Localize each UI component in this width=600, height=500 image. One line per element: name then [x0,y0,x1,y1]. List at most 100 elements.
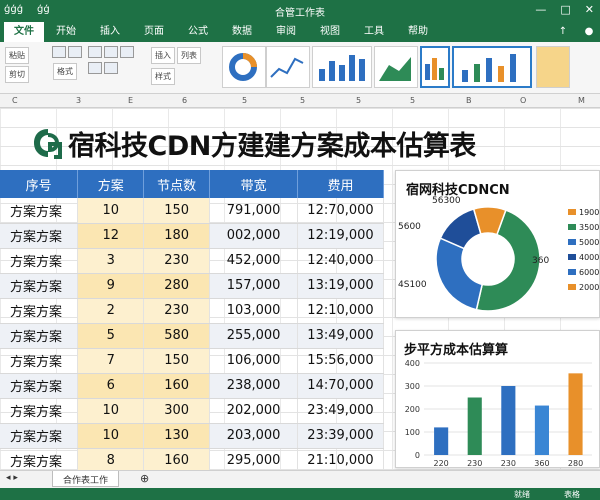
table-cell[interactable]: 13:19,000 [297,273,384,299]
font-icon[interactable] [52,46,66,58]
table-cell[interactable]: 15:56,000 [297,348,384,374]
table-cell[interactable]: 方案方案 [0,398,79,424]
table-cell[interactable]: 方案方案 [0,423,79,449]
merge-icon[interactable] [120,46,134,58]
table-header[interactable]: 方案 [77,170,145,198]
tab-file[interactable]: 文件 [4,22,44,42]
table-cell[interactable]: 2 [77,298,145,324]
col-header[interactable]: B [466,96,472,105]
align-icon[interactable] [88,46,102,58]
table-cell[interactable]: 方案方案 [0,198,79,224]
table-cell[interactable]: 230 [143,248,211,274]
number-icon[interactable] [88,62,102,74]
format-button[interactable]: 格式 [53,63,77,80]
table-header[interactable]: 节点数 [143,170,211,198]
bar[interactable] [467,397,482,456]
tab-review[interactable]: 审阅 [264,22,308,42]
col-header[interactable]: 6 [182,96,187,105]
table-cell[interactable]: 452,000 [209,248,299,274]
sheet-nav-icon[interactable]: ◂ ▸ [6,473,18,483]
tab-tools[interactable]: 工具 [352,22,396,42]
table-cell[interactable]: 10 [77,423,145,449]
table-cell[interactable]: 130 [143,423,211,449]
table-cell[interactable]: 12 [77,223,145,249]
col-header[interactable]: 5 [410,96,415,105]
table-cell[interactable]: 150 [143,348,211,374]
cut-button[interactable]: 剪切 [5,66,29,83]
percent-icon[interactable] [104,62,118,74]
chart-thumb-combo[interactable] [452,46,532,88]
col-header[interactable]: 3 [76,96,81,105]
bar[interactable] [501,386,516,455]
table-row[interactable]: 方案方案 10 150 791,000 12:70,000 [0,198,384,224]
bar[interactable] [568,373,583,455]
table-row[interactable]: 方案方案 10 300 202,000 23:49,000 [0,398,384,424]
table-row[interactable]: 方案方案 6 160 238,000 14:70,000 [0,373,384,399]
bold-icon[interactable] [68,46,82,58]
table-row[interactable]: 方案方案 2 230 103,000 12:10,000 [0,298,384,324]
bar[interactable] [534,405,549,455]
table-cell[interactable]: 791,000 [209,198,299,224]
quick-access-item[interactable]: ģģ [37,4,50,15]
table-cell[interactable]: 方案方案 [0,223,79,249]
col-header[interactable]: C [12,96,18,105]
table-cell[interactable]: 103,000 [209,298,299,324]
table-cell[interactable]: 12:70,000 [297,198,384,224]
donut-chart-panel[interactable]: 宿网科技CDNCN 56300 5600 4S100 360 1900 3500 5000 4… [395,170,600,318]
table-cell[interactable]: 5 [77,323,145,349]
tab-view[interactable]: 视图 [308,22,352,42]
table-row[interactable]: 方案方案 9 280 157,000 13:19,000 [0,273,384,299]
table-cell[interactable]: 160 [143,373,211,399]
table-cell[interactable]: 10 [77,198,145,224]
table-cell[interactable]: 23:49,000 [297,398,384,424]
paste-button[interactable]: 粘贴 [5,47,29,64]
table-cell[interactable]: 280 [143,273,211,299]
table-cell[interactable]: 6 [77,373,145,399]
table-cell[interactable]: 157,000 [209,273,299,299]
sheet-tab-active[interactable]: 合作表工作 [52,471,120,487]
table-cell[interactable]: 10 [77,398,145,424]
quick-access-item[interactable]: ģģģ [4,4,23,15]
bar-chart-panel[interactable]: 步平方成本估算算 400 300 200 100 0 220 230 230 360 280 [395,330,600,468]
table-cell[interactable]: 255,000 [209,323,299,349]
close-icon[interactable]: ✕ [585,3,594,16]
tab-formula[interactable]: 公式 [176,22,220,42]
table-cell[interactable]: 13:49,000 [297,323,384,349]
table-row[interactable]: 方案方案 7 150 106,000 15:56,000 [0,348,384,374]
table-cell[interactable]: 12:19,000 [297,223,384,249]
table-cell[interactable]: 230 [143,298,211,324]
chart-thumb-selected[interactable] [420,46,450,88]
chart-thumb-line[interactable] [266,46,310,88]
table-cell[interactable]: 12:40,000 [297,248,384,274]
table-header[interactable]: 序号 [0,170,79,198]
col-header[interactable]: 5 [356,96,361,105]
style-button[interactable]: 样式 [151,68,175,85]
tab-data[interactable]: 数据 [220,22,264,42]
chart-thumb-pie[interactable] [222,46,266,88]
status-view[interactable]: 表格 [564,489,580,500]
table-cell[interactable]: 14:70,000 [297,373,384,399]
table-cell[interactable]: 方案方案 [0,373,79,399]
col-header[interactable]: M [578,96,585,105]
col-header[interactable]: 5 [300,96,305,105]
tab-help[interactable]: 帮助 [396,22,440,42]
table-cell[interactable]: 7 [77,348,145,374]
list-button[interactable]: 列表 [177,47,201,64]
table-cell[interactable]: 002,000 [209,223,299,249]
wrap-icon[interactable] [104,46,118,58]
table-row[interactable]: 方案方案 3 230 452,000 12:40,000 [0,248,384,274]
table-cell[interactable]: 9 [77,273,145,299]
tab-home[interactable]: 开始 [44,22,88,42]
col-header[interactable]: E [128,96,133,105]
table-cell[interactable]: 150 [143,198,211,224]
table-cell[interactable]: 方案方案 [0,298,79,324]
table-cell[interactable]: 方案方案 [0,273,79,299]
tab-page[interactable]: 页面 [132,22,176,42]
tab-insert[interactable]: 插入 [88,22,132,42]
share-icon[interactable]: ↑ [552,23,574,41]
table-cell[interactable]: 3 [77,248,145,274]
col-header[interactable]: 5 [242,96,247,105]
col-header[interactable]: O [520,96,526,105]
table-cell[interactable]: 238,000 [209,373,299,399]
add-sheet-icon[interactable]: ⊕ [140,472,149,485]
